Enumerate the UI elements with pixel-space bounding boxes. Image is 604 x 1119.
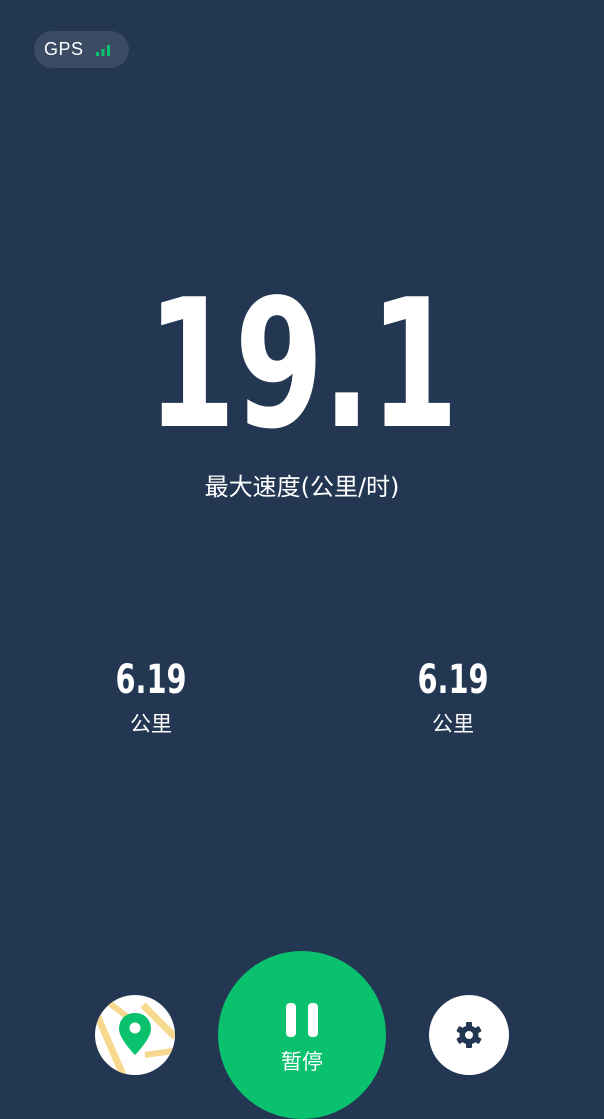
stat-unit: 公里 [130,712,172,736]
pause-button[interactable]: 暂停 [218,951,386,1119]
pause-label: 暂停 [281,1050,323,1074]
pause-icon [286,1003,318,1037]
gear-icon [456,1022,482,1048]
settings-button[interactable] [429,995,509,1075]
max-speed-label: 最大速度(公里/时) [204,473,400,501]
stat-value: 6.19 [417,657,489,703]
max-speed-value: 19.1 [146,261,459,468]
gps-status-pill: GPS [34,31,129,68]
gps-label: GPS [44,39,84,59]
map-pin-icon [95,995,175,1075]
stat-distance-left: 6.19 公里 [61,652,241,740]
stat-value: 6.19 [115,657,187,703]
stat-unit: 公里 [432,712,474,736]
map-button[interactable] [95,995,175,1075]
stat-distance-right: 6.19 公里 [363,652,543,740]
signal-bars-icon [95,44,110,56]
